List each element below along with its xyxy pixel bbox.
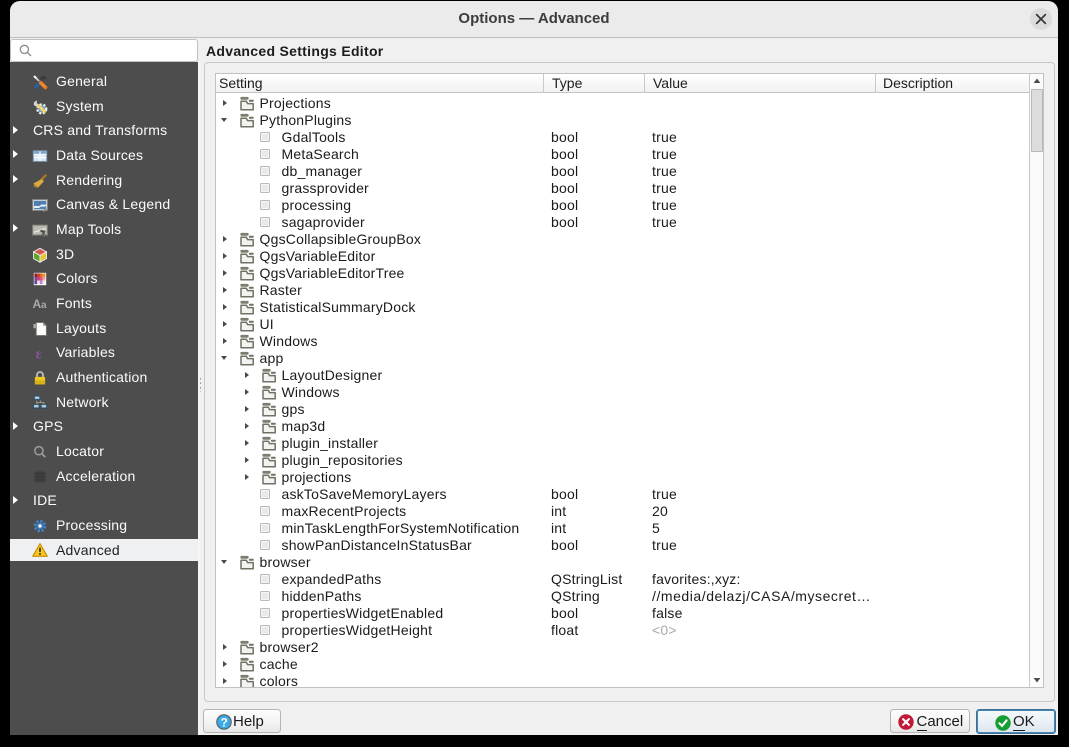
svg-text:a: a: [41, 300, 47, 311]
svg-text:ε: ε: [36, 347, 43, 362]
svg-text:?: ?: [221, 715, 228, 729]
